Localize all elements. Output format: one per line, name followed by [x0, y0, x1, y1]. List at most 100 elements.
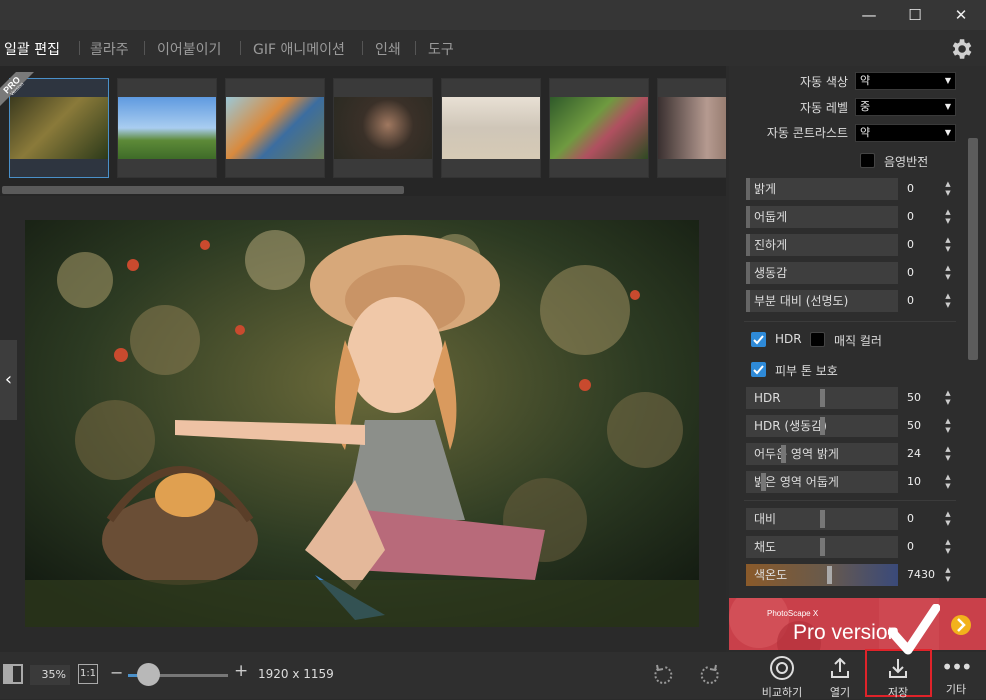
brighten-value[interactable]: 0 ▲ ▼ — [905, 179, 953, 199]
menu-print[interactable]: 인쇄 — [375, 39, 401, 59]
slider-local-contrast[interactable]: 부분 대비 (선명도) — [746, 290, 898, 312]
spinner-icon[interactable]: ▲ ▼ — [943, 292, 953, 310]
slider-label: 채도 — [754, 540, 777, 554]
slider-shadows-brighten[interactable]: 어두운 영역 밝게 — [746, 443, 898, 465]
slider-knob[interactable] — [761, 473, 766, 491]
more-label: 기타 — [945, 683, 967, 696]
thumbnail[interactable] — [657, 78, 726, 178]
previous-image-button[interactable]: ‹ — [0, 340, 17, 420]
slider-knob[interactable] — [827, 566, 832, 584]
spinner-icon[interactable]: ▲ ▼ — [943, 445, 953, 463]
minimize-button[interactable]: — — [846, 0, 892, 30]
rotate-right-icon[interactable] — [697, 663, 721, 687]
spinner-icon[interactable]: ▲ ▼ — [943, 389, 953, 407]
hdr-vibrance-value[interactable]: 50 ▲ ▼ — [905, 416, 953, 436]
open-label: 열기 — [829, 686, 851, 699]
spinner-icon[interactable]: ▲ ▼ — [943, 417, 953, 435]
thumbnail[interactable] — [225, 78, 325, 178]
slider-saturation[interactable]: 채도 — [746, 536, 898, 558]
spinner-icon[interactable]: ▲ ▼ — [943, 566, 953, 584]
highlights-darken-value[interactable]: 10 ▲ ▼ — [905, 472, 953, 492]
spinner-icon[interactable]: ▲ ▼ — [943, 208, 953, 226]
menu-separator — [415, 41, 416, 55]
menu-gif[interactable]: GIF 애니메이션 — [253, 39, 345, 59]
slider-darken[interactable]: 어둡게 — [746, 206, 898, 228]
spinner-icon[interactable]: ▲ ▼ — [943, 236, 953, 254]
spinner-icon[interactable]: ▲ ▼ — [943, 473, 953, 491]
hdr-checkbox[interactable] — [751, 332, 766, 347]
menu-batch-edit[interactable]: 일괄 편집 — [4, 39, 60, 59]
zoom-out-icon[interactable]: − — [110, 663, 123, 682]
thumbnail-strip[interactable] — [0, 66, 726, 196]
slider-contrast[interactable]: 대비 — [746, 508, 898, 530]
spinner-icon[interactable]: ▲ ▼ — [943, 510, 953, 528]
open-button[interactable]: 열기 — [822, 655, 858, 700]
slider-knob[interactable] — [820, 510, 825, 528]
menu-separator — [240, 41, 241, 55]
slider-deepen[interactable]: 진하게 — [746, 234, 898, 256]
slider-highlights-darken[interactable]: 밝은 영역 어둡게 — [746, 471, 898, 493]
gear-icon[interactable] — [948, 36, 974, 62]
darken-value[interactable]: 0 ▲ ▼ — [905, 207, 953, 227]
chevron-down-icon: ▼ — [944, 102, 951, 111]
slider-brighten[interactable]: 밝게 — [746, 178, 898, 200]
maximize-button[interactable]: ☐ — [892, 0, 938, 30]
slider-knob[interactable] — [820, 389, 825, 407]
save-button[interactable]: 저장 — [880, 655, 916, 700]
vibrance-value[interactable]: 0 ▲ ▼ — [905, 263, 953, 283]
menu-separator — [362, 41, 363, 55]
slider-hdr[interactable]: HDR — [746, 387, 898, 409]
thumbnail[interactable] — [117, 78, 217, 178]
saturation-value[interactable]: 0 ▲ ▼ — [905, 537, 953, 557]
value-text: 50 — [907, 419, 921, 432]
spinner-icon[interactable]: ▲ ▼ — [943, 180, 953, 198]
auto-contrast-select[interactable]: 약 ▼ — [855, 124, 956, 142]
slider-label: 부분 대비 (선명도) — [754, 294, 849, 308]
slider-temperature[interactable]: 색온도 — [746, 564, 898, 586]
thumbnail[interactable] — [549, 78, 649, 178]
menu-collage[interactable]: 콜라주 — [90, 39, 129, 59]
thumbnail[interactable] — [333, 78, 433, 178]
slider-knob[interactable] — [781, 445, 786, 463]
temperature-value[interactable]: 7430 ▲ ▼ — [905, 565, 953, 585]
promo-brand: PhotoScape X — [767, 609, 819, 618]
slider-label: 어두운 영역 밝게 — [754, 447, 839, 461]
compare-button[interactable]: 비교하기 — [758, 655, 806, 700]
more-button[interactable]: ••• 기타 — [940, 655, 972, 697]
menu-combine[interactable]: 이어붙이기 — [157, 39, 221, 59]
magic-color-checkbox[interactable] — [810, 332, 825, 347]
auto-level-select[interactable]: 중 ▼ — [855, 98, 956, 116]
contrast-value[interactable]: 0 ▲ ▼ — [905, 509, 953, 529]
slider-knob[interactable] — [820, 538, 825, 556]
spinner-icon[interactable]: ▲ ▼ — [943, 538, 953, 556]
slider-vibrance[interactable]: 생동감 — [746, 262, 898, 284]
menu-tools[interactable]: 도구 — [428, 39, 454, 59]
rotate-left-icon[interactable] — [652, 663, 676, 687]
value-text: 0 — [907, 238, 914, 251]
hdr-value[interactable]: 50 ▲ ▼ — [905, 388, 953, 408]
deepen-value[interactable]: 0 ▲ ▼ — [905, 235, 953, 255]
zoom-in-icon[interactable]: + — [234, 661, 248, 681]
slider-label: HDR (생동감) — [754, 419, 827, 433]
zoom-slider-knob[interactable] — [137, 663, 160, 686]
zoom-value[interactable]: 35% — [30, 665, 70, 685]
shadows-brighten-value[interactable]: 24 ▲ ▼ — [905, 444, 953, 464]
slider-knob[interactable] — [820, 417, 825, 435]
title-bar: — ☐ ✕ — [0, 0, 986, 30]
auto-color-select[interactable]: 약 ▼ — [855, 72, 956, 90]
thumbnail-scrollbar-thumb[interactable] — [2, 186, 404, 194]
chevron-right-icon[interactable] — [951, 615, 971, 635]
skin-protect-checkbox[interactable] — [751, 362, 766, 377]
slider-label: 어둡게 — [754, 210, 788, 224]
split-view-icon[interactable] — [3, 664, 23, 684]
slider-hdr-vibrance[interactable]: HDR (생동감) — [746, 415, 898, 437]
actual-size-button[interactable]: 1:1 — [78, 664, 98, 684]
pro-version-banner[interactable]: PhotoScape X Pro version — [729, 598, 986, 650]
close-button[interactable]: ✕ — [938, 0, 984, 30]
thumbnail[interactable] — [441, 78, 541, 178]
local-contrast-value[interactable]: 0 ▲ ▼ — [905, 291, 953, 311]
value-text: 0 — [907, 266, 914, 279]
negative-checkbox[interactable] — [860, 153, 875, 168]
panel-scrollbar[interactable] — [968, 138, 978, 360]
spinner-icon[interactable]: ▲ ▼ — [943, 264, 953, 282]
